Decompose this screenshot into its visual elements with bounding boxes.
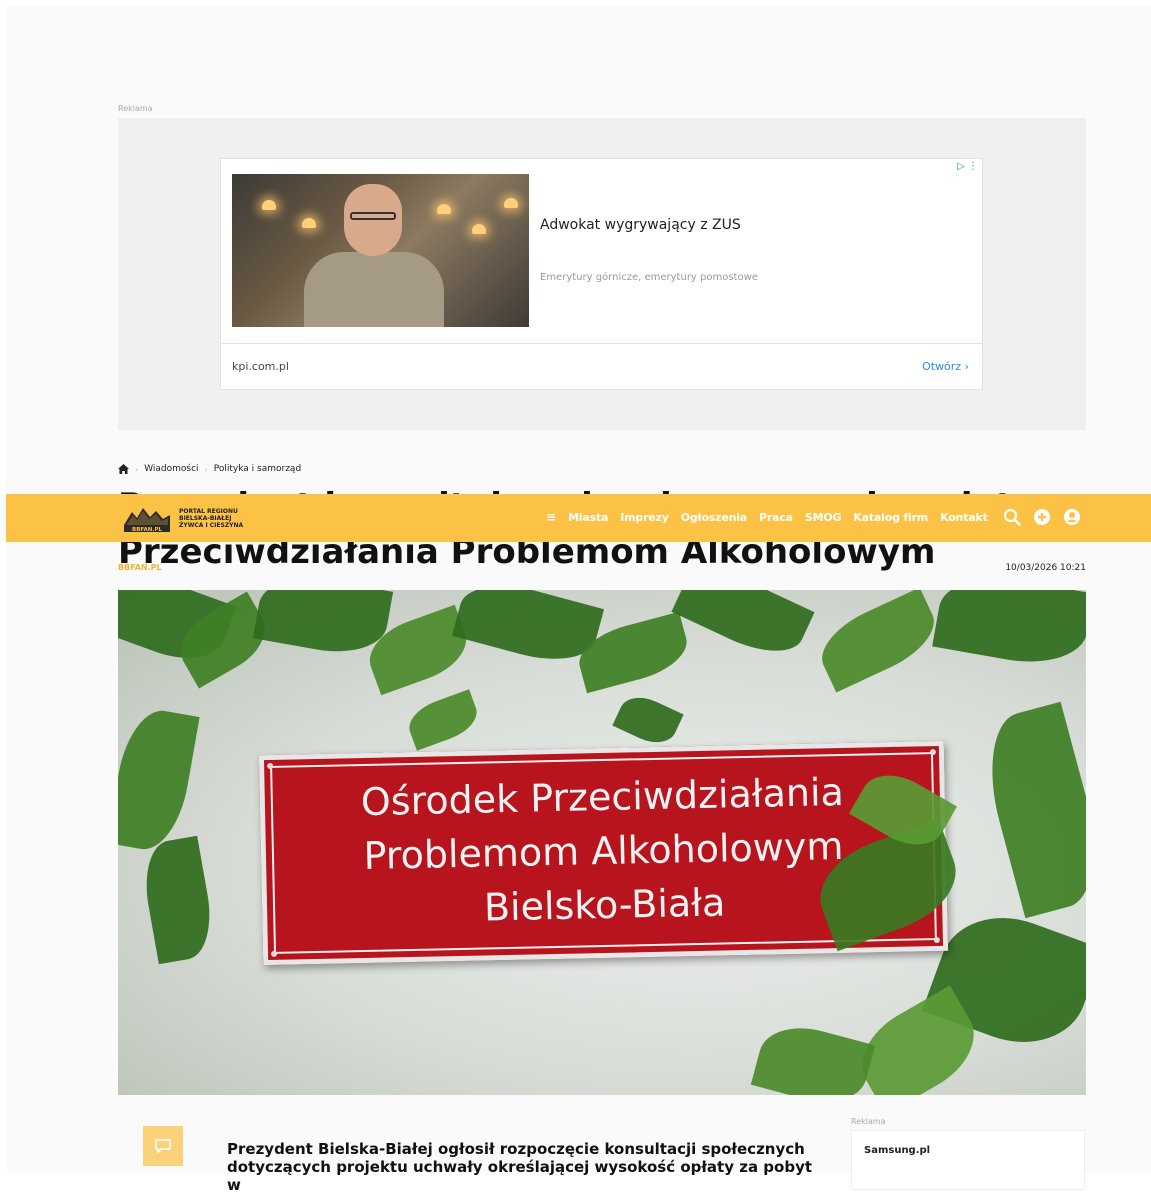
nav-link-imprezy[interactable]: Imprezy — [620, 511, 669, 524]
article-lead: Prezydent Bielska-Białej ogłosił rozpocz… — [227, 1140, 813, 1194]
home-icon[interactable] — [118, 464, 129, 474]
logo-line3: ŻYWCA I CIESZYNA — [179, 521, 244, 529]
top-ad-card[interactable]: ▷ ⋮ Adwokat wygrywający z ZUS Emerytury … — [220, 158, 983, 390]
breadcrumb-separator: › — [135, 464, 139, 474]
logo-line1: PORTAL REGIONU — [179, 507, 238, 515]
logo-mountains-icon: BBFAN.PL — [123, 503, 171, 533]
logo-text: PORTAL REGIONU BIELSKA-BIAŁEJ ŻYWCA I CI… — [179, 508, 243, 529]
ad-domain[interactable]: kpi.com.pl — [232, 360, 289, 373]
hero-image: Ośrodek Przeciwdziałania Problemom Alkoh… — [118, 590, 1086, 1095]
navbar: BBFAN.PL PORTAL REGIONU BIELSKA-BIAŁEJ Ż… — [6, 494, 1151, 542]
nav-link-kontakt[interactable]: Kontakt — [940, 511, 988, 524]
nav-link-ogloszenia[interactable]: Ogłoszenia — [681, 511, 748, 524]
breadcrumb: › Wiadomości › Polityka i samorząd — [118, 464, 301, 474]
ad-description: Emerytury górnicze, emerytury pomostowe — [540, 272, 758, 283]
breadcrumb-item-news[interactable]: Wiadomości — [144, 464, 198, 474]
breadcrumb-separator: › — [204, 464, 208, 474]
site-logo[interactable]: BBFAN.PL PORTAL REGIONU BIELSKA-BIAŁEJ Ż… — [123, 503, 243, 533]
ad-open-button[interactable]: Otwórz › — [922, 360, 969, 373]
ad-label: Reklama — [118, 104, 153, 113]
logo-line2: BIELSKA-BIAŁEJ — [179, 514, 232, 522]
ad-open-label: Otwórz — [922, 360, 962, 373]
nav-link-praca[interactable]: Praca — [759, 511, 793, 524]
nav-links: ≡ Miasta Imprezy Ogłoszenia Praca SMOG K… — [546, 510, 988, 524]
svg-text:BBFAN.PL: BBFAN.PL — [132, 527, 162, 533]
user-icon[interactable] — [1063, 508, 1081, 526]
nav-icons — [1003, 508, 1081, 526]
chevron-right-icon: › — [964, 360, 969, 373]
breadcrumb-item-politics[interactable]: Polityka i samorząd — [214, 464, 301, 474]
sidebar-ad-label: Reklama — [851, 1117, 886, 1126]
comment-icon — [155, 1139, 171, 1153]
nav-link-miasta[interactable]: Miasta — [568, 511, 608, 524]
comment-button[interactable] — [143, 1126, 183, 1166]
sidebar-ad-card[interactable]: Samsung.pl — [851, 1130, 1085, 1190]
ad-title[interactable]: Adwokat wygrywający z ZUS — [540, 217, 741, 233]
ad-image[interactable] — [232, 174, 529, 327]
article-source[interactable]: BBFAN.PL — [118, 563, 162, 572]
nav-link-katalog-firm[interactable]: Katalog firm — [853, 511, 928, 524]
add-icon[interactable] — [1033, 508, 1051, 526]
adchoices-icon[interactable]: ▷ ⋮ — [957, 161, 978, 172]
search-icon[interactable] — [1003, 508, 1021, 526]
article-date: 10/03/2026 10:21 — [1005, 563, 1086, 573]
menu-icon[interactable]: ≡ — [546, 510, 556, 524]
sidebar-ad-title[interactable]: Samsung.pl — [864, 1145, 930, 1156]
ad-divider — [221, 343, 982, 344]
nav-link-smog[interactable]: SMOG — [805, 511, 842, 524]
